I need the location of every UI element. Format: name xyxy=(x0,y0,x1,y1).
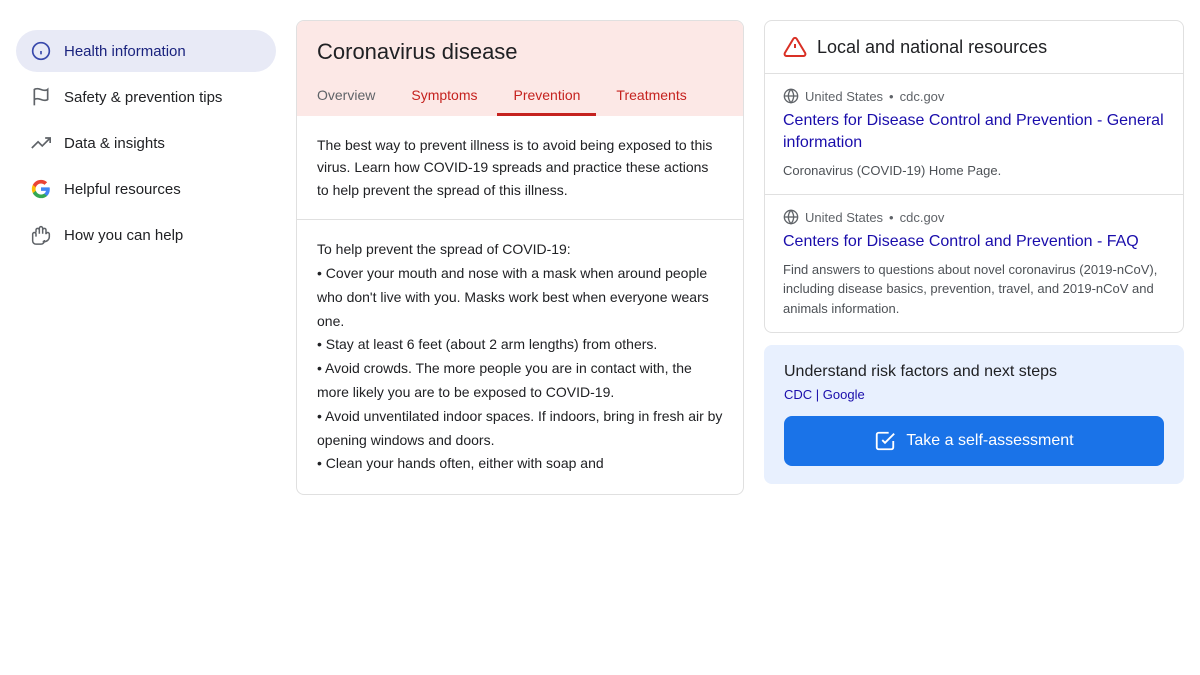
right-panel: Local and national resources United Stat… xyxy=(764,20,1184,495)
resource-item-2: United States • cdc.gov Centers for Dise… xyxy=(765,195,1183,332)
card-intro: The best way to prevent illness is to av… xyxy=(297,116,743,220)
resource-item-1: United States • cdc.gov Centers for Dise… xyxy=(765,74,1183,195)
resource-link-2[interactable]: Centers for Disease Control and Preventi… xyxy=(783,233,1139,250)
hands-icon xyxy=(30,224,52,246)
main-card: Coronavirus disease Overview Symptoms Pr… xyxy=(296,20,744,495)
resource-country-1: United States xyxy=(805,89,883,104)
detail-text: To help prevent the spread of COVID-19: … xyxy=(317,238,723,476)
tabs: Overview Symptoms Prevention Treatments xyxy=(317,79,723,116)
flag-icon xyxy=(30,86,52,108)
sidebar-item-data-insights[interactable]: Data & insights xyxy=(16,122,276,164)
resource-separator-2: • xyxy=(889,210,894,225)
resource-desc-2: Find answers to questions about novel co… xyxy=(783,260,1165,319)
sidebar-item-label: Health information xyxy=(64,43,186,60)
resources-header-title: Local and national resources xyxy=(817,37,1047,58)
resource-desc-1: Coronavirus (COVID-19) Home Page. xyxy=(783,161,1165,181)
tab-prevention[interactable]: Prevention xyxy=(497,79,596,116)
resources-card: Local and national resources United Stat… xyxy=(764,20,1184,333)
warning-triangle-icon xyxy=(783,35,807,59)
resource-meta-1: United States • cdc.gov xyxy=(783,88,1165,104)
resource-separator-1: • xyxy=(889,89,894,104)
take-assessment-button[interactable]: Take a self-assessment xyxy=(784,416,1164,466)
google-g-icon xyxy=(30,178,52,200)
resource-meta-2: United States • cdc.gov xyxy=(783,209,1165,225)
sidebar-item-helpful-resources[interactable]: Helpful resources xyxy=(16,168,276,210)
resource-link-1[interactable]: Centers for Disease Control and Preventi… xyxy=(783,112,1164,151)
sidebar-item-how-you-can-help[interactable]: How you can help xyxy=(16,214,276,256)
assessment-card: Understand risk factors and next steps C… xyxy=(764,345,1184,484)
tab-symptoms[interactable]: Symptoms xyxy=(395,79,493,116)
resource-domain-1: cdc.gov xyxy=(900,89,945,104)
card-detail: To help prevent the spread of COVID-19: … xyxy=(297,220,743,494)
tab-treatments[interactable]: Treatments xyxy=(600,79,702,116)
tab-overview[interactable]: Overview xyxy=(317,79,391,116)
globe-icon-2 xyxy=(783,209,799,225)
trending-up-icon xyxy=(30,132,52,154)
card-header: Coronavirus disease Overview Symptoms Pr… xyxy=(297,21,743,116)
card-title: Coronavirus disease xyxy=(317,39,723,65)
resource-country-2: United States xyxy=(805,210,883,225)
sidebar-item-safety-prevention[interactable]: Safety & prevention tips xyxy=(16,76,276,118)
sidebar-item-health-information[interactable]: Health information xyxy=(16,30,276,72)
assessment-title: Understand risk factors and next steps xyxy=(784,363,1164,381)
sidebar-item-label: Data & insights xyxy=(64,135,165,152)
info-circle-icon xyxy=(30,40,52,62)
assessment-sources: CDC | Google xyxy=(784,387,1164,402)
resources-header: Local and national resources xyxy=(765,21,1183,74)
main-content: Coronavirus disease Overview Symptoms Pr… xyxy=(296,20,744,495)
globe-icon-1 xyxy=(783,88,799,104)
intro-text: The best way to prevent illness is to av… xyxy=(317,134,723,201)
assessment-button-label: Take a self-assessment xyxy=(906,432,1073,450)
sidebar-item-label: How you can help xyxy=(64,227,183,244)
clipboard-check-icon xyxy=(874,430,896,452)
sidebar-item-label: Helpful resources xyxy=(64,181,181,198)
resource-domain-2: cdc.gov xyxy=(900,210,945,225)
sidebar-item-label: Safety & prevention tips xyxy=(64,89,222,106)
sidebar: Health information Safety & prevention t… xyxy=(16,20,276,495)
